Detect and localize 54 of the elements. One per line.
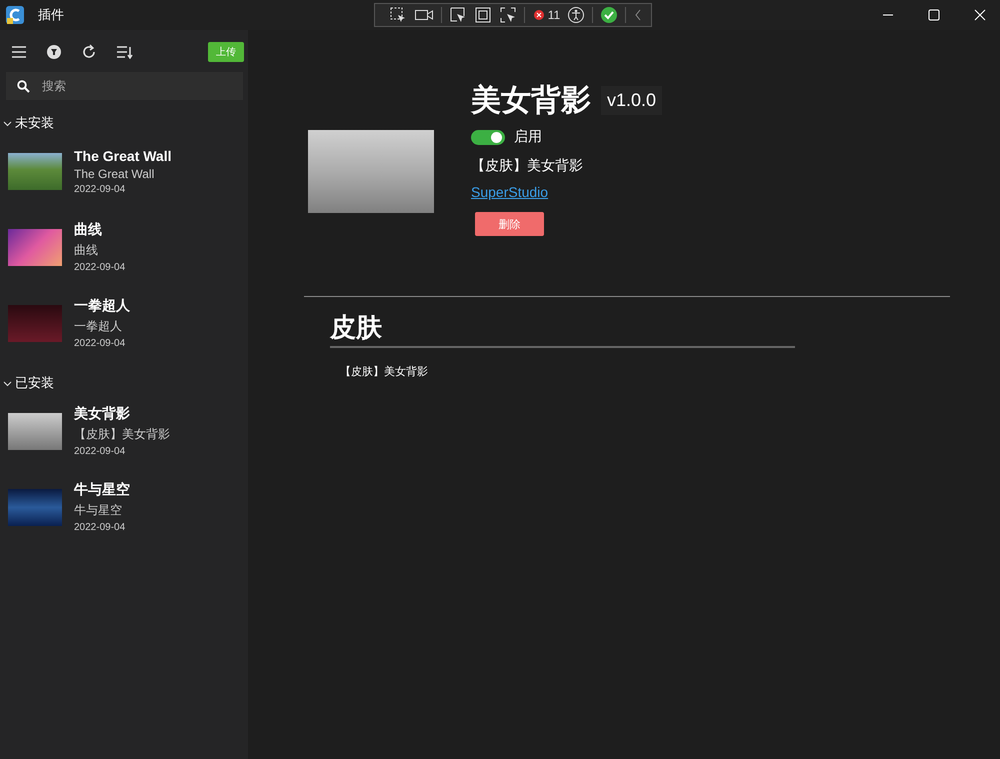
refresh-icon[interactable] bbox=[81, 44, 97, 60]
plugin-list-item[interactable]: 一拳超人 一拳超人 2022-09-04 bbox=[0, 284, 248, 360]
plugin-description: 【皮肤】美女背影 bbox=[471, 157, 583, 175]
plugin-date: 2022-09-04 bbox=[74, 262, 126, 273]
group-header[interactable]: 已安装 bbox=[0, 360, 248, 392]
plugin-subtitle: 【皮肤】美女背影 bbox=[74, 426, 170, 443]
thumbnail-placeholder bbox=[8, 488, 62, 526]
select-element-icon[interactable] bbox=[388, 6, 407, 24]
window-title: 插件 bbox=[38, 6, 64, 24]
thumbnail-placeholder bbox=[8, 304, 62, 342]
group-header[interactable]: 未安装 bbox=[0, 100, 248, 132]
section-text: 【皮肤】美女背影 bbox=[340, 364, 428, 379]
filter-icon[interactable] bbox=[46, 44, 62, 60]
chevron-icon bbox=[3, 378, 12, 388]
accessibility-icon[interactable] bbox=[567, 6, 586, 24]
plugin-list-item[interactable]: The Great Wall The Great Wall 2022-09-04 bbox=[0, 132, 248, 208]
plugin-list-item[interactable]: 美女背影 【皮肤】美女背影 2022-09-04 bbox=[0, 392, 248, 468]
thumbnail-placeholder bbox=[8, 228, 62, 266]
author-link[interactable]: SuperStudio bbox=[471, 184, 548, 200]
thumbnail-placeholder bbox=[8, 412, 62, 450]
plugin-title: 美女背影 bbox=[471, 82, 591, 119]
plugin-title: The Great Wall bbox=[74, 148, 172, 164]
plugin-title: 牛与星空 bbox=[74, 481, 130, 499]
toggle-label: 启用 bbox=[514, 128, 542, 146]
error-icon[interactable] bbox=[532, 8, 546, 22]
plugin-date: 2022-09-04 bbox=[74, 338, 126, 349]
plugin-title: 一拳超人 bbox=[74, 297, 130, 315]
sort-list-icon[interactable] bbox=[116, 45, 134, 59]
plugin-title: 曲线 bbox=[74, 221, 103, 239]
square-icon[interactable] bbox=[474, 6, 492, 24]
chevron-icon bbox=[3, 118, 12, 128]
plugin-subtitle: 牛与星空 bbox=[74, 502, 123, 519]
version-label: v1.0.0 bbox=[601, 86, 662, 115]
enable-toggle[interactable] bbox=[471, 130, 505, 144]
plugin-subtitle: The Great Wall bbox=[74, 166, 156, 180]
plugin-list-item[interactable]: 牛与星空 牛与星空 2022-09-04 bbox=[0, 468, 248, 544]
plugin-date: 2022-09-04 bbox=[74, 446, 126, 457]
app-icon bbox=[5, 5, 25, 25]
pointer-box-icon[interactable] bbox=[448, 6, 467, 24]
plugin-subtitle: 一拳超人 bbox=[74, 318, 123, 335]
plugin-date: 2022-09-04 bbox=[74, 522, 126, 533]
close-icon[interactable] bbox=[974, 9, 986, 21]
menu-icon[interactable] bbox=[11, 45, 27, 59]
search-field[interactable]: 搜索 bbox=[6, 72, 243, 100]
error-count[interactable]: 11 bbox=[548, 8, 560, 22]
pointer-frame-icon[interactable] bbox=[498, 6, 517, 24]
plugin-list-item[interactable]: 曲线 曲线 2022-09-04 bbox=[0, 208, 248, 284]
maximize-icon[interactable] bbox=[928, 9, 940, 21]
plugin-date: 2022-09-04 bbox=[74, 184, 126, 194]
plugin-title: 美女背影 bbox=[74, 405, 131, 423]
section-heading: 皮肤 bbox=[330, 310, 795, 348]
thumbnail-placeholder bbox=[8, 152, 62, 190]
check-circle-icon[interactable] bbox=[600, 6, 618, 24]
plugin-subtitle: 曲线 bbox=[74, 242, 99, 259]
